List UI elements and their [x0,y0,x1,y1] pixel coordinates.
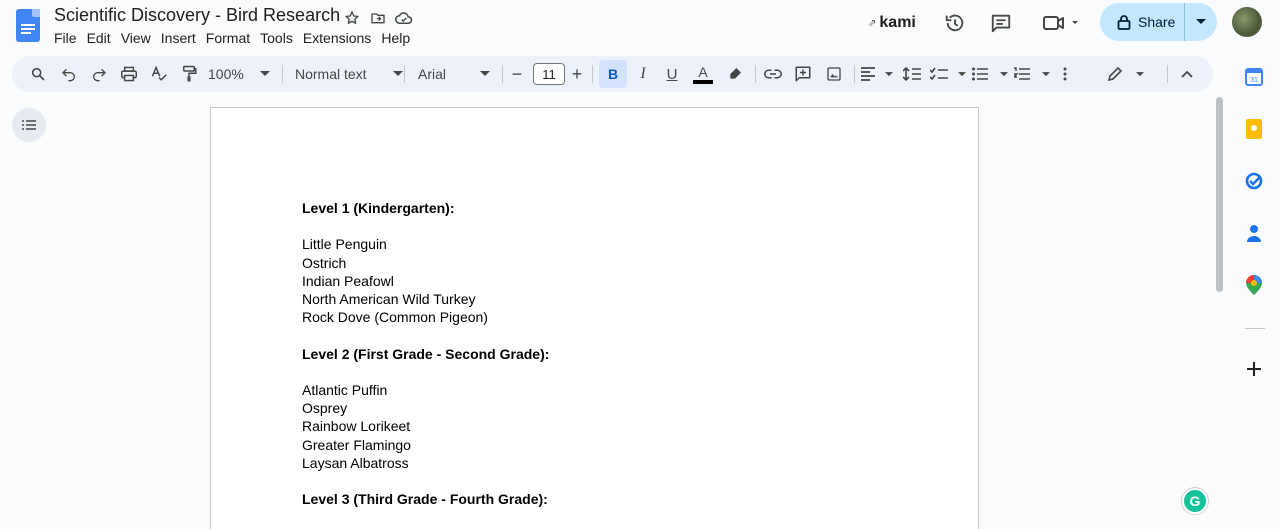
video-call-icon[interactable] [1042,11,1082,35]
chevron-down-icon [1196,19,1206,24]
insert-image-icon[interactable] [822,62,846,86]
kami-label: kami [879,14,916,31]
list-item: Laysan Albatross [302,454,409,471]
share-dropdown-button[interactable] [1185,3,1217,41]
insert-link-icon[interactable] [761,62,785,86]
print-icon[interactable] [117,62,141,86]
add-addon-icon[interactable] [1243,358,1265,380]
outline-icon [22,120,36,130]
text-color-button[interactable]: A [691,62,715,86]
maps-icon[interactable] [1243,274,1265,296]
bold-button[interactable]: B [599,60,627,88]
chevron-down-icon [260,71,270,76]
underline-button[interactable]: U [661,62,683,86]
history-icon[interactable] [943,11,967,35]
italic-icon: I [640,65,646,82]
chevron-down-icon [958,71,966,76]
list-item: Little Penguin [302,236,387,253]
numbered-list-icon [1014,67,1030,80]
grammarly-icon[interactable]: G [1182,488,1208,514]
comment-icon[interactable] [989,11,1013,35]
hide-menus-icon[interactable] [1175,62,1199,86]
lock-icon [1117,15,1131,30]
highlight-color-icon[interactable] [723,62,747,86]
list-item: Rainbow Lorikeet [302,418,411,435]
formatting-toolbar: 100% Normal text Arial − 11 + B I U A [12,56,1213,92]
spellcheck-icon[interactable] [147,62,171,86]
chevron-down-icon [393,71,403,76]
paint-format-icon[interactable] [177,62,201,86]
keep-icon[interactable] [1243,118,1265,140]
section-heading: Level 3 (Third Grade - Fourth Grade): [302,491,548,508]
chevron-down-icon [1000,71,1008,76]
bulleted-list-select[interactable] [972,62,1008,86]
pencil-icon [1108,67,1122,81]
paragraph-style-value: Normal text [295,66,367,82]
italic-button[interactable]: I [632,62,654,86]
calendar-icon[interactable]: 31 [1243,66,1265,88]
zoom-value: 100% [208,66,244,82]
list-item: Ostrich [302,254,347,271]
checklist-select[interactable] [930,62,966,86]
chevron-down-icon [1136,71,1144,76]
external-link-icon: ⇗ [868,17,877,29]
align-left-icon [861,67,875,81]
font-family-value: Arial [418,66,447,82]
more-options-icon[interactable] [1058,62,1072,86]
list-item: Osprey [302,400,348,417]
document-page[interactable]: Level 1 (Kindergarten): Little Penguin O… [210,107,979,529]
chevron-down-icon [1042,71,1050,76]
section-heading: Level 1 (Kindergarten): [302,200,455,216]
add-comment-icon[interactable] [791,62,815,86]
redo-icon[interactable] [87,62,111,86]
scrollbar-thumb[interactable] [1216,97,1223,292]
increase-font-size-button[interactable]: + [569,62,585,86]
chevron-down-icon [480,71,490,76]
document-body[interactable]: Level 1 (Kindergarten): Little Penguin O… [302,199,549,508]
svg-text:31: 31 [1250,77,1258,84]
list-item: North American Wild Turkey [302,291,476,307]
undo-icon[interactable] [57,62,81,86]
zoom-select[interactable]: 100% [208,62,270,86]
avatar[interactable] [1232,7,1262,37]
contacts-icon[interactable] [1243,222,1265,244]
editing-mode-select[interactable] [1108,62,1144,86]
kami-extension-button[interactable]: ⇗ kami [868,14,916,32]
list-item: Indian Peafowl [302,272,394,289]
list-item: Rock Dove (Common Pigeon) [302,309,488,326]
side-panel: 31 [1232,54,1280,529]
share-label: Share [1138,14,1176,30]
checklist-icon [930,67,948,81]
search-menus-icon[interactable] [26,62,50,86]
font-size-input[interactable]: 11 [533,63,565,85]
text-color-icon: A [698,63,708,80]
share-button[interactable]: Share [1100,3,1217,41]
document-outline-button[interactable] [12,108,46,142]
font-family-select[interactable]: Arial [418,62,490,86]
bulleted-list-icon [972,67,988,81]
list-item: Greater Flamingo [302,436,411,453]
decrease-font-size-button[interactable]: − [509,62,525,86]
section-heading: Level 2 (First Grade - Second Grade): [302,345,550,362]
underline-icon: U [666,65,678,83]
bold-icon: B [607,66,619,82]
numbered-list-select[interactable] [1014,62,1050,86]
chevron-down-icon [885,71,893,76]
align-select[interactable] [861,62,893,86]
paragraph-style-select[interactable]: Normal text [295,62,403,86]
list-item: Atlantic Puffin [302,381,388,398]
line-spacing-icon[interactable] [901,62,923,86]
tasks-icon[interactable] [1243,170,1265,192]
